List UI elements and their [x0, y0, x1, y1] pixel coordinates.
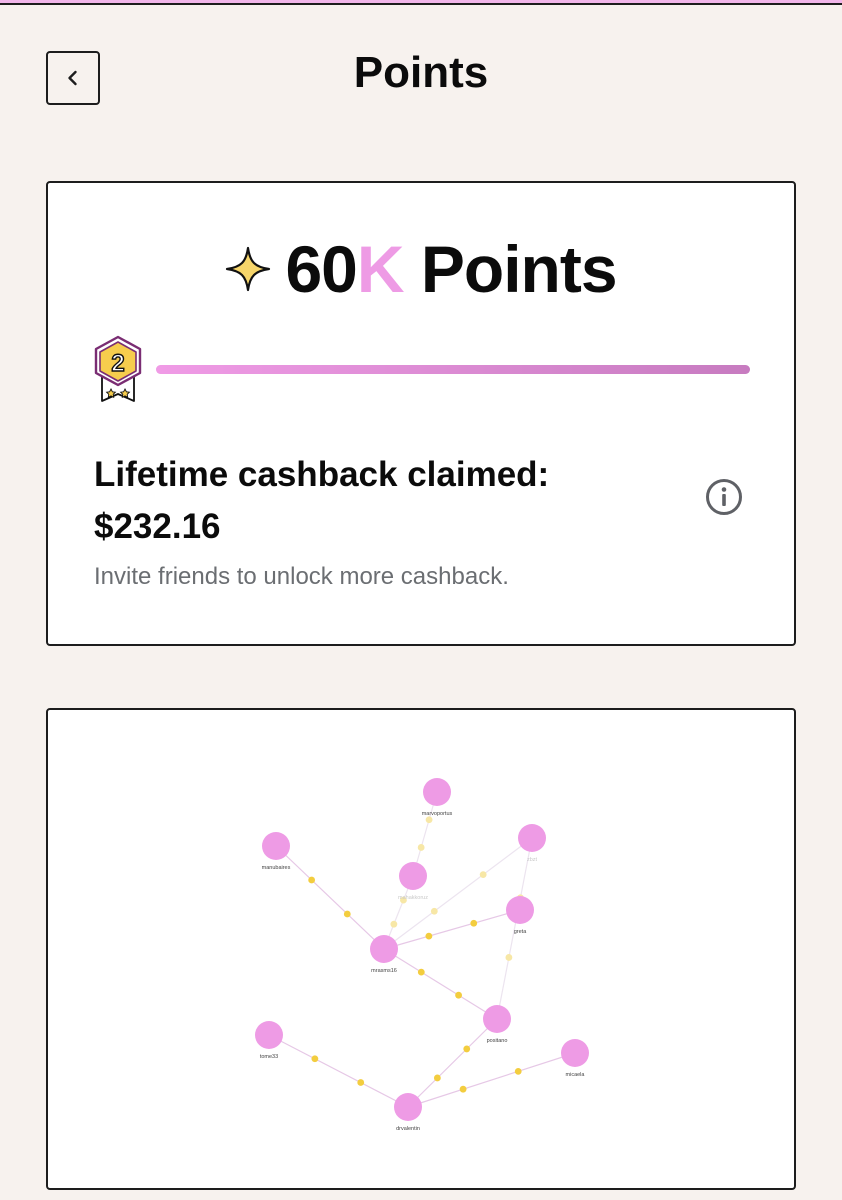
- points-amount: 60: [285, 232, 357, 306]
- graph-node-label: tome33: [260, 1054, 278, 1060]
- graph-node-label: positano: [487, 1038, 508, 1044]
- graph-edge-dot: [505, 954, 513, 961]
- level-badge-number: 2: [111, 350, 124, 377]
- graph-edge-dot: [390, 920, 398, 928]
- graph-node[interactable]: mahakkoruz: [398, 862, 428, 901]
- graph-edge-dot: [425, 816, 433, 824]
- graph-node-circle: [561, 1039, 589, 1067]
- graph-edge-dot: [433, 1074, 441, 1082]
- graph-node-label: greta: [514, 929, 527, 935]
- graph-edge: [407, 1018, 498, 1108]
- cashback-summary: Lifetime cashback claimed: $232.16: [94, 449, 654, 553]
- graph-edge-dot: [417, 844, 425, 851]
- sparkle-icon: [226, 246, 271, 292]
- graph-node[interactable]: positano: [483, 1005, 511, 1044]
- level-badge: 2: [94, 335, 142, 402]
- graph-node-circle: [506, 896, 534, 924]
- points-amount-suffix: K: [356, 232, 405, 306]
- graph-edge-dot: [455, 991, 462, 999]
- graph-edge: [383, 909, 521, 950]
- page-title: Points: [353, 48, 489, 97]
- points-headline: 60 K Points: [48, 231, 794, 307]
- graph-node-label: mahakkoruz: [398, 895, 428, 901]
- graph-node-circle: [370, 935, 398, 963]
- graph-edge-dot: [459, 1085, 467, 1093]
- graph-node-circle: [255, 1021, 283, 1049]
- graph-edge-dot: [343, 910, 351, 918]
- points-amount-label: Points: [420, 232, 618, 306]
- graph-node-circle: [423, 778, 451, 806]
- graph-edge: [275, 845, 385, 950]
- graph-edge-dot: [479, 871, 487, 879]
- referral-graph-card: marvoportus manubaires mahakkoruz zbzt greta…: [46, 708, 796, 1190]
- level-progress-fill: [156, 365, 750, 374]
- graph-node[interactable]: tome33: [255, 1021, 283, 1060]
- graph-edge-dot: [463, 1045, 471, 1053]
- graph-edge: [268, 1034, 409, 1108]
- graph-edge-dot: [308, 876, 316, 884]
- referral-graph: marvoportus manubaires mahakkoruz zbzt greta…: [255, 778, 589, 1132]
- graph-edge-dot: [425, 932, 433, 940]
- graph-edge-dot: [514, 1067, 522, 1075]
- graph-node-label: zbzt: [527, 857, 538, 863]
- graph-edge-dot: [357, 1079, 365, 1086]
- points-card: 60 K Points 2 Lifetime cashback claimed: …: [46, 181, 796, 646]
- cashback-value: $232.16: [94, 507, 221, 546]
- graph-edge: [383, 948, 498, 1020]
- graph-edge-dot: [417, 968, 425, 976]
- graph-edge-dot: [430, 907, 438, 915]
- graph-node[interactable]: zbzt: [518, 824, 546, 863]
- graph-node[interactable]: mrasms16: [370, 935, 398, 974]
- graph-node-label: mrasms16: [371, 968, 397, 974]
- graph-node-label: manubaires: [262, 865, 291, 871]
- graph-node[interactable]: marvoportus: [422, 778, 453, 817]
- graph-node[interactable]: manubaires: [262, 832, 291, 871]
- graph-node[interactable]: micaela: [561, 1039, 589, 1078]
- graph-node-label: marvoportus: [422, 811, 453, 817]
- level-progress-bar: [156, 365, 750, 374]
- cashback-subtitle: Invite friends to unlock more cashback.: [94, 563, 509, 590]
- graph-node-circle: [483, 1005, 511, 1033]
- graph-node-circle: [518, 824, 546, 852]
- graph-node-circle: [394, 1093, 422, 1121]
- graph-edge-dot: [311, 1055, 319, 1063]
- graph-node[interactable]: greta: [506, 896, 534, 935]
- cashback-label: Lifetime cashback claimed:: [94, 455, 550, 494]
- graph-edge-dot: [470, 919, 478, 927]
- graph-node-label: drvalentin: [396, 1126, 420, 1132]
- top-strip: [0, 0, 842, 5]
- info-icon[interactable]: [704, 477, 744, 517]
- graph-node-circle: [262, 832, 290, 860]
- graph-node[interactable]: drvalentin: [394, 1093, 422, 1132]
- graph-edge: [407, 1052, 576, 1108]
- graph-node-circle: [399, 862, 427, 890]
- graph-node-label: micaela: [566, 1072, 586, 1078]
